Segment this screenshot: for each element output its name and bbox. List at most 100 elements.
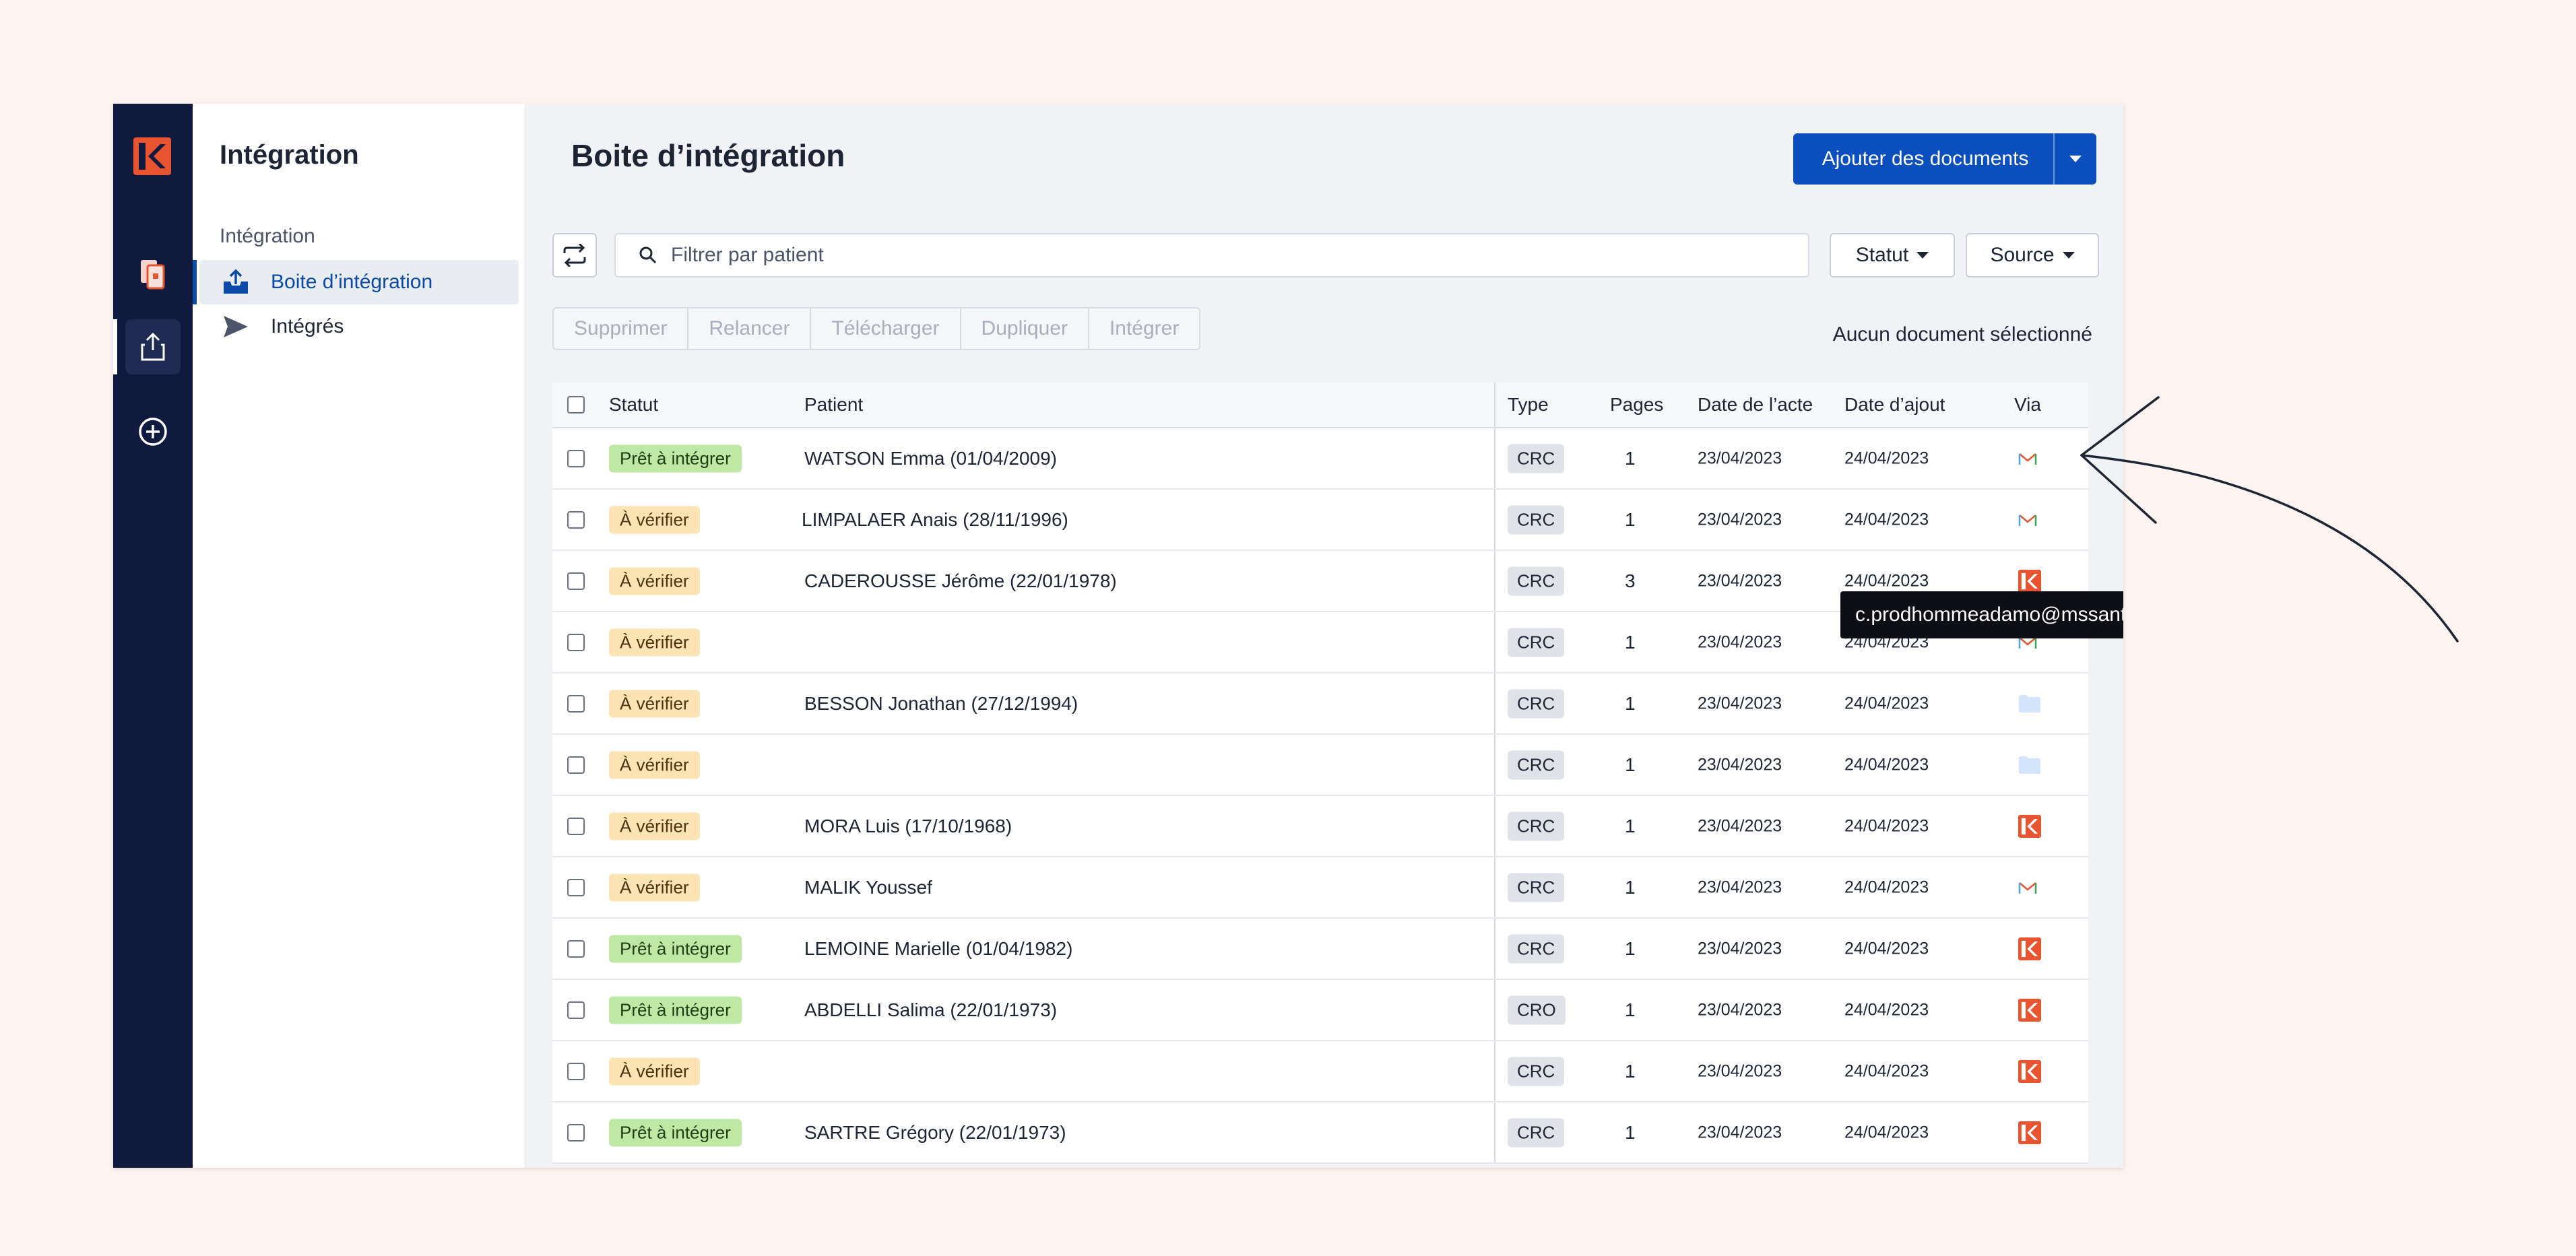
resend-button[interactable]: Relancer: [687, 307, 812, 350]
select-all-checkbox[interactable]: [567, 396, 585, 414]
row-checkbox[interactable]: [567, 939, 585, 958]
row-checkbox[interactable]: [567, 633, 585, 651]
column-header-type[interactable]: Type: [1508, 394, 1549, 416]
column-divider: [1494, 490, 1495, 550]
delete-button[interactable]: Supprimer: [552, 307, 689, 350]
documents-nav-icon[interactable]: [125, 246, 181, 302]
status-filter-label: Statut: [1855, 244, 1909, 266]
sidebar-title: Intégration: [220, 140, 359, 170]
app-logo-icon[interactable]: [2018, 1059, 2041, 1083]
rail-active-indicator: [113, 319, 117, 374]
pages-count: 1: [1625, 1121, 1636, 1143]
row-checkbox[interactable]: [567, 1062, 585, 1080]
refresh-button[interactable]: [552, 233, 597, 277]
add-documents-button[interactable]: Ajouter des documents: [1793, 133, 2096, 185]
pages-count: 3: [1625, 570, 1636, 591]
column-header-status[interactable]: Statut: [609, 394, 658, 416]
bulk-actions-group: Supprimer Relancer Télécharger Dupliquer…: [552, 307, 1201, 350]
add-circle-icon[interactable]: [125, 404, 181, 459]
download-button[interactable]: Télécharger: [810, 307, 961, 350]
table-row[interactable]: À vérifier BESSON Jonathan (27/12/1994) …: [552, 673, 2088, 735]
table-row[interactable]: À vérifier CRC 1 23/04/2023 24/04/2023: [552, 735, 2088, 796]
patient-name: BESSON Jonathan (27/12/1994): [804, 692, 1078, 714]
app-logo-icon[interactable]: [133, 137, 171, 175]
table-row[interactable]: À vérifier CRC 1 23/04/2023 24/04/2023: [552, 1041, 2088, 1102]
status-badge: Prêt à intégrer: [609, 1119, 742, 1146]
chevron-down-icon: [2069, 156, 2082, 162]
column-header-patient[interactable]: Patient: [804, 394, 863, 416]
column-divider: [1494, 1041, 1495, 1101]
table-row[interactable]: À vérifier LIMPALAER Anais (28/11/1996) …: [552, 490, 2088, 551]
folder-icon[interactable]: [2018, 694, 2041, 713]
add-documents-label: Ajouter des documents: [1822, 147, 2029, 170]
table-row[interactable]: À vérifier MALIK Youssef CRC 1 23/04/202…: [552, 857, 2088, 919]
integrate-button[interactable]: Intégrer: [1087, 307, 1201, 350]
row-checkbox[interactable]: [567, 694, 585, 713]
act-date: 23/04/2023: [1698, 510, 1782, 529]
patient-name: SARTRE Grégory (22/01/1973): [804, 1121, 1066, 1143]
table-row[interactable]: Prêt à intégrer WATSON Emma (01/04/2009)…: [552, 428, 2088, 490]
status-badge: Prêt à intégrer: [609, 935, 742, 962]
table-row[interactable]: Prêt à intégrer ABDELLI Salima (22/01/19…: [552, 980, 2088, 1041]
source-filter-button[interactable]: Source: [1966, 233, 2099, 277]
app-logo-icon[interactable]: [2018, 1121, 2041, 1144]
row-checkbox[interactable]: [567, 878, 585, 896]
icon-rail: [113, 104, 193, 1168]
search-input[interactable]: [671, 244, 1749, 267]
table-row[interactable]: À vérifier MORA Luis (17/10/1968) CRC 1 …: [552, 796, 2088, 857]
mail-icon[interactable]: [2018, 513, 2037, 527]
app-logo-icon[interactable]: [2018, 998, 2041, 1022]
column-divider: [1494, 673, 1495, 733]
row-checkbox[interactable]: [567, 756, 585, 774]
act-date: 23/04/2023: [1698, 571, 1782, 590]
sidebar-item-integrated[interactable]: Intégrés: [199, 304, 519, 349]
pages-count: 1: [1625, 754, 1636, 775]
row-checkbox[interactable]: [567, 572, 585, 590]
row-checkbox[interactable]: [567, 510, 585, 529]
column-header-pages[interactable]: Pages: [1610, 394, 1663, 416]
table-row[interactable]: Prêt à intégrer LEMOINE Marielle (01/04/…: [552, 919, 2088, 980]
patient-name: LEMOINE Marielle (01/04/1982): [804, 937, 1073, 959]
status-filter-button[interactable]: Statut: [1830, 233, 1955, 277]
sidebar-item-inbox[interactable]: Boite d’intégration: [193, 260, 519, 304]
add-documents-dropdown-toggle[interactable]: [2053, 133, 2096, 185]
act-date: 23/04/2023: [1698, 1061, 1782, 1080]
duplicate-button[interactable]: Dupliquer: [959, 307, 1089, 350]
app-logo-icon[interactable]: [2018, 814, 2041, 838]
mail-icon[interactable]: [2018, 451, 2037, 466]
column-divider: [1494, 796, 1495, 856]
act-date: 23/04/2023: [1698, 755, 1782, 774]
row-checkbox[interactable]: [567, 1001, 585, 1019]
column-header-via[interactable]: Via: [2014, 394, 2041, 416]
row-checkbox[interactable]: [567, 817, 585, 835]
table-row[interactable]: Prêt à intégrer SARTRE Grégory (22/01/19…: [552, 1102, 2088, 1164]
act-date: 23/04/2023: [1698, 694, 1782, 713]
column-divider: [1494, 551, 1495, 611]
column-divider: [1494, 919, 1495, 979]
type-chip: CRC: [1508, 444, 1565, 473]
status-badge: À vérifier: [609, 873, 700, 901]
status-badge: À vérifier: [609, 751, 700, 779]
table-header: Statut Patient Type Pages Date de l’acte…: [552, 383, 2088, 428]
sidebar: Intégration Intégration Boite d’intégrat…: [193, 104, 525, 1168]
pages-count: 1: [1625, 508, 1636, 530]
table-body: Prêt à intégrer WATSON Emma (01/04/2009)…: [552, 428, 2088, 1164]
folder-icon[interactable]: [2018, 756, 2041, 774]
add-date: 24/04/2023: [1844, 878, 1929, 896]
mail-icon[interactable]: [2018, 880, 2037, 895]
type-chip: CRC: [1508, 505, 1565, 534]
column-divider: [1494, 428, 1495, 488]
app-logo-icon[interactable]: [2018, 937, 2041, 960]
type-chip: CRC: [1508, 812, 1565, 840]
status-badge: Prêt à intégrer: [609, 996, 742, 1024]
app-logo-icon[interactable]: [2018, 569, 2041, 593]
column-header-act-date[interactable]: Date de l’acte: [1698, 394, 1813, 416]
act-date: 23/04/2023: [1698, 1000, 1782, 1019]
patient-name: LIMPALAER Anais (28/11/1996): [802, 508, 1068, 530]
row-checkbox[interactable]: [567, 449, 585, 467]
row-checkbox[interactable]: [567, 1123, 585, 1142]
integration-nav-icon[interactable]: [125, 319, 181, 374]
type-chip: CRC: [1508, 873, 1565, 902]
column-header-add-date[interactable]: Date d’ajout: [1844, 394, 1945, 416]
patient-search[interactable]: [614, 233, 1809, 277]
